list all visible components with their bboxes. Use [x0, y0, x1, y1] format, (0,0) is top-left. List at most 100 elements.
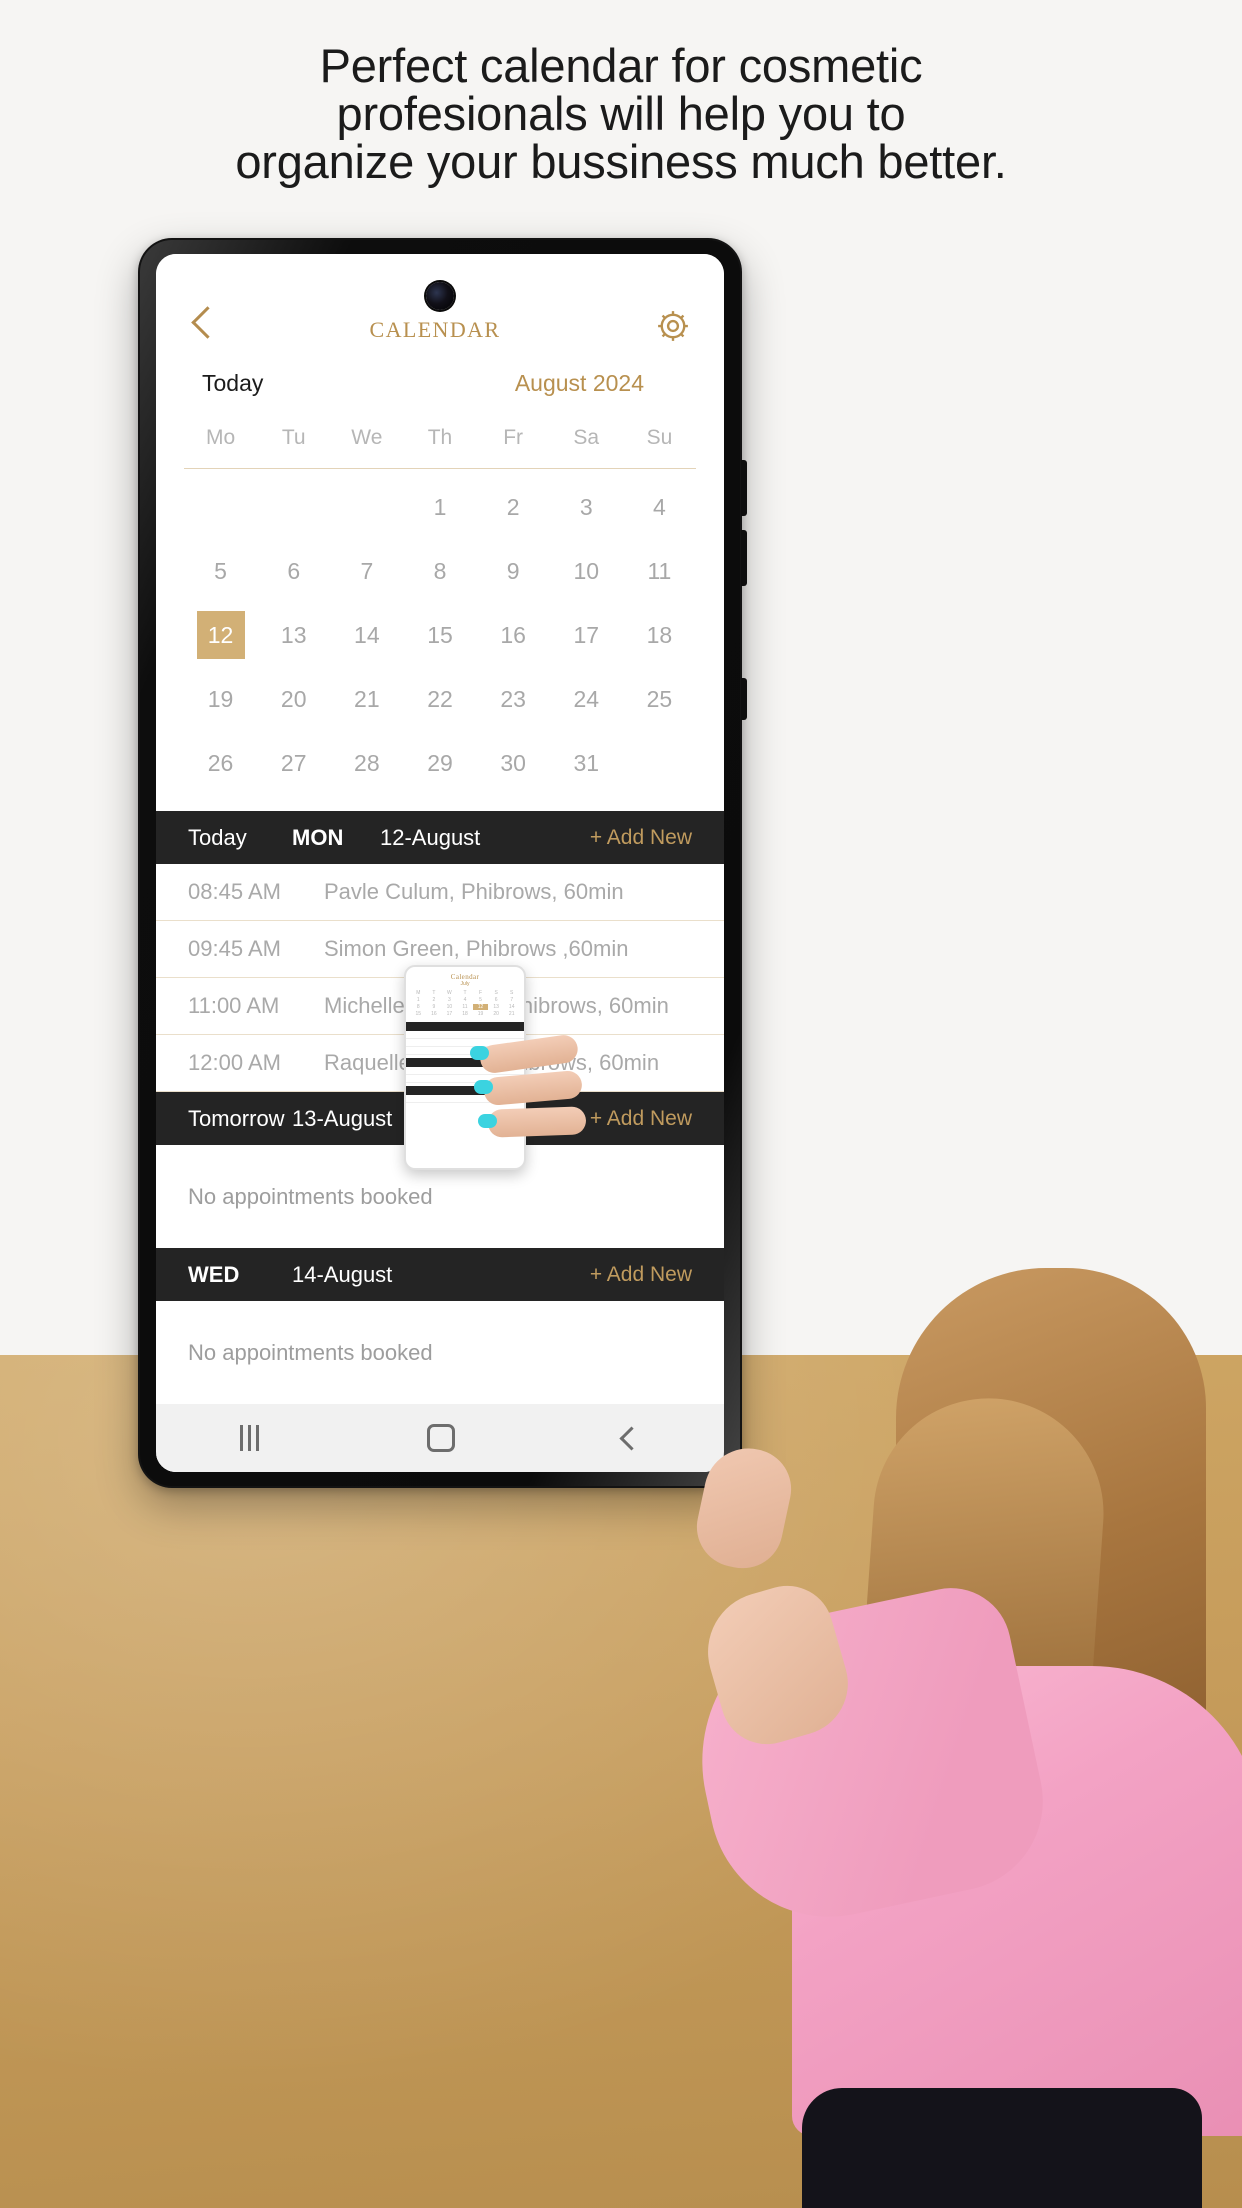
handheld-weekday: W — [447, 990, 452, 996]
handheld-day-selected: 12 — [473, 1004, 488, 1010]
handheld-weekday: S — [494, 990, 498, 996]
handheld-day: 15 — [415, 1011, 422, 1017]
handheld-weekday: S — [510, 990, 514, 996]
agenda-relative-label: Today — [188, 824, 247, 850]
calendar-day[interactable]: 25 — [623, 667, 696, 731]
weekday-header: Mo Tu We Th Fr Sa Su — [156, 426, 724, 468]
weekday-label: Sa — [573, 426, 600, 449]
add-new-button[interactable]: + Add New — [590, 1107, 692, 1131]
weekday-label: We — [351, 426, 383, 449]
handheld-day: 17 — [446, 1011, 453, 1017]
calendar-day[interactable]: 8 — [403, 539, 476, 603]
agenda-date-label: 12-August — [380, 824, 481, 850]
handheld-day: 5 — [479, 997, 482, 1003]
handheld-weekday: M — [416, 990, 421, 996]
calendar-day[interactable]: 17 — [550, 603, 623, 667]
add-new-button[interactable]: + Add New — [590, 1263, 692, 1287]
appointment-details: Pavle Culum, Phibrows, 60min — [324, 879, 624, 904]
power-button[interactable] — [741, 678, 747, 720]
handheld-day: 7 — [510, 997, 514, 1003]
handheld-app-title: Calendar — [450, 973, 480, 981]
calendar-day[interactable]: 4 — [623, 475, 696, 539]
calendar-day[interactable]: 21 — [330, 667, 403, 731]
handheld-day: 2 — [432, 997, 436, 1003]
calendar-day[interactable]: 30 — [477, 731, 550, 795]
calendar-day[interactable]: 31 — [550, 731, 623, 795]
calendar-day[interactable]: 13 — [257, 603, 330, 667]
calendar-day[interactable]: 1 — [403, 475, 476, 539]
weekday-label: Th — [427, 426, 453, 449]
recent-apps-icon[interactable] — [240, 1425, 259, 1451]
appointment-time: 12:00 AM — [188, 1050, 281, 1075]
headline-line-3: organize your bussiness much better. — [235, 135, 1007, 188]
calendar-day[interactable]: 7 — [330, 539, 403, 603]
calendar-day-empty — [184, 475, 257, 539]
nail-polish — [470, 1046, 489, 1060]
finger — [482, 1069, 584, 1107]
gear-icon[interactable] — [654, 307, 692, 345]
month-label[interactable]: August 2024 — [515, 370, 644, 397]
handheld-day: 18 — [462, 1011, 468, 1017]
empty-state-label: No appointments booked — [156, 1301, 724, 1404]
agenda-relative-label: Tomorrow — [188, 1105, 285, 1131]
handheld-day: 19 — [477, 1011, 484, 1017]
headline-line-1: Perfect calendar for cosmetic — [319, 39, 923, 92]
agenda-day-bar: WED 14-August + Add New — [156, 1248, 724, 1301]
handheld-weekday: T — [463, 990, 467, 996]
phone-screen: Calendar Today August 2024 Mo Tu We — [156, 254, 724, 1472]
back-nav-icon[interactable] — [619, 1425, 644, 1451]
appointment-time: 09:45 AM — [188, 936, 281, 961]
home-icon[interactable] — [427, 1424, 455, 1452]
calendar-day[interactable]: 3 — [550, 475, 623, 539]
calendar-day[interactable]: 24 — [550, 667, 623, 731]
calendar-day[interactable]: 29 — [403, 731, 476, 795]
calendar-day[interactable]: 6 — [257, 539, 330, 603]
calendar-day[interactable]: 14 — [330, 603, 403, 667]
calendar-day-empty — [330, 475, 403, 539]
calendar-day-selected[interactable]: 12 — [184, 603, 257, 667]
calendar-day[interactable]: 23 — [477, 667, 550, 731]
calendar-day[interactable]: 10 — [550, 539, 623, 603]
handheld-day: 1 — [416, 997, 420, 1003]
front-camera-icon — [426, 282, 454, 310]
weekday-label: Mo — [205, 426, 236, 449]
calendar-day[interactable]: 11 — [623, 539, 696, 603]
agenda-date-label: 14-August — [292, 1261, 393, 1287]
appointment-row[interactable]: 08:45 AM Pavle Culum, Phibrows, 60min — [156, 864, 724, 921]
calendar-day-empty — [623, 731, 696, 795]
agenda-weekday-label: MON — [292, 824, 344, 850]
handheld-day: 20 — [493, 1011, 499, 1017]
agenda-weekday-label: WED — [188, 1261, 240, 1287]
volume-down-button[interactable] — [741, 530, 747, 586]
handheld-day: 8 — [416, 1004, 420, 1010]
weekday-label: Tu — [281, 426, 306, 449]
finger — [478, 1033, 580, 1075]
calendar-day[interactable]: 26 — [184, 731, 257, 795]
calendar-day[interactable]: 27 — [257, 731, 330, 795]
calendar-day[interactable]: 18 — [623, 603, 696, 667]
chevron-left-icon[interactable] — [188, 304, 216, 348]
agenda-day-bar: Today MON 12-August + Add New — [156, 811, 724, 864]
calendar-day[interactable]: 28 — [330, 731, 403, 795]
calendar-day[interactable]: 9 — [477, 539, 550, 603]
appointment-details: Simon Green, Phibrows ,60min — [324, 936, 629, 961]
add-new-button[interactable]: + Add New — [590, 826, 692, 850]
calendar-day[interactable]: 22 — [403, 667, 476, 731]
calendar-day[interactable]: 5 — [184, 539, 257, 603]
calendar-day[interactable]: 16 — [477, 603, 550, 667]
today-button[interactable]: Today — [202, 370, 263, 397]
calendar-day[interactable]: 15 — [403, 603, 476, 667]
calendar-day[interactable]: 19 — [184, 667, 257, 731]
handheld-day: 21 — [508, 1011, 515, 1017]
nail-polish — [478, 1114, 497, 1128]
finger — [487, 1106, 587, 1138]
phone-mockup: Calendar Today August 2024 Mo Tu We — [138, 238, 747, 1488]
agenda-date-label: 13-August — [292, 1105, 393, 1131]
calendar-toolbar: Today August 2024 — [156, 350, 724, 416]
calendar-day[interactable]: 2 — [477, 475, 550, 539]
calendar-day-empty — [257, 475, 330, 539]
calendar-app: Calendar Today August 2024 Mo Tu We — [156, 254, 724, 1472]
calendar-day[interactable]: 20 — [257, 667, 330, 731]
volume-up-button[interactable] — [741, 460, 747, 516]
nail-polish — [474, 1080, 493, 1094]
